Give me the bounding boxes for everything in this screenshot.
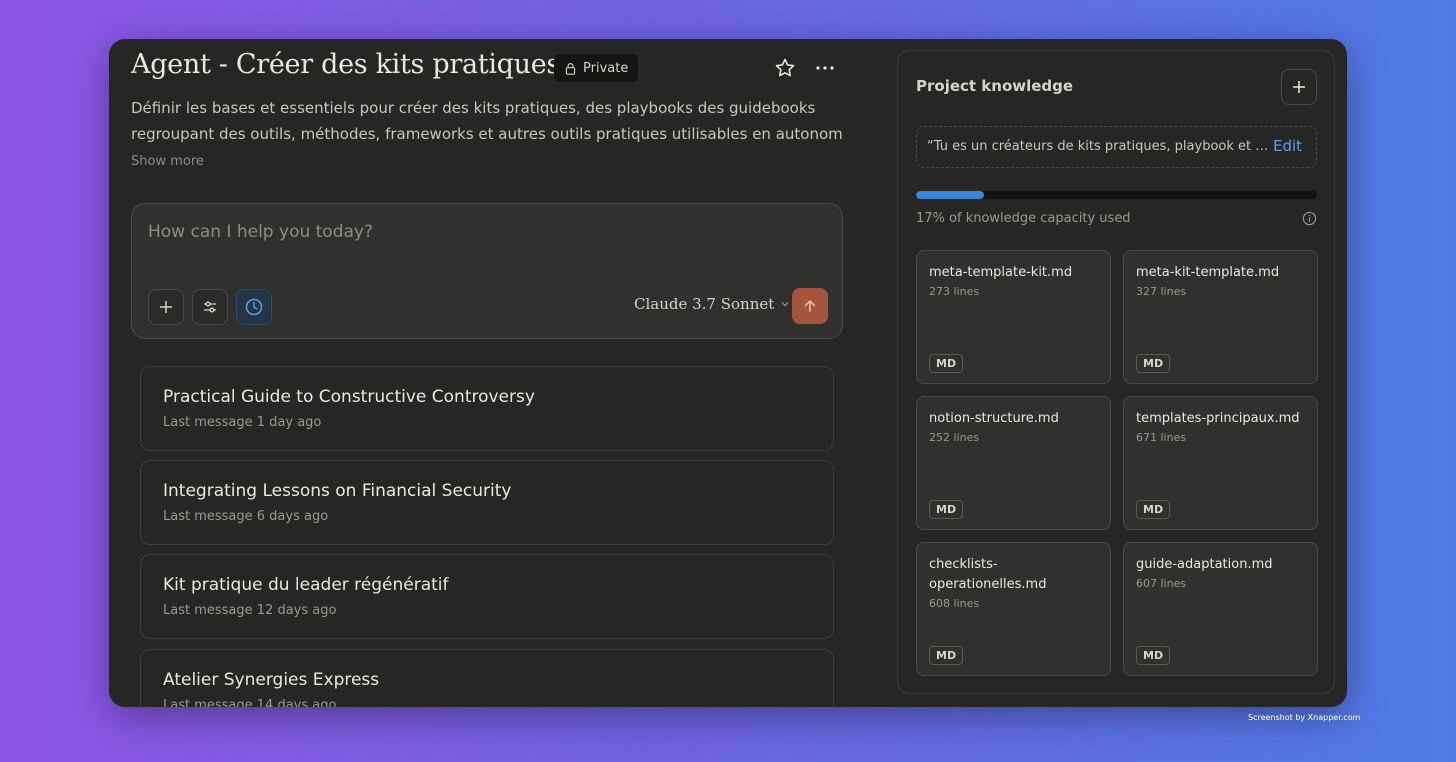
capacity-text: 17% of knowledge capacity used bbox=[916, 211, 1131, 226]
capacity-bar bbox=[916, 191, 1317, 199]
extended-thinking-button[interactable] bbox=[236, 289, 272, 325]
plus-icon bbox=[160, 301, 172, 313]
screenshot-watermark: Screenshot by Xnapper.com bbox=[1248, 713, 1361, 722]
show-more-link[interactable]: Show more bbox=[131, 154, 204, 169]
knowledge-title: Project knowledge bbox=[916, 77, 1074, 95]
knowledge-file[interactable]: meta-kit-template.md 327 lines MD bbox=[1123, 250, 1318, 384]
file-lines: 671 lines bbox=[1136, 431, 1187, 444]
chevron-down-icon bbox=[781, 302, 789, 307]
model-selector[interactable]: Claude 3.7 Sonnet bbox=[634, 295, 790, 313]
conversation-meta: Last message 12 days ago bbox=[163, 603, 337, 618]
project-main: Agent - Créer des kits pratiques Private… bbox=[109, 39, 869, 707]
edit-instructions-button[interactable]: Edit bbox=[1273, 137, 1302, 155]
clock-icon bbox=[245, 298, 263, 316]
conversation-title: Practical Guide to Constructive Controve… bbox=[163, 387, 535, 407]
knowledge-file[interactable]: checklists-operationelles.md 608 lines M… bbox=[916, 542, 1111, 676]
message-input[interactable] bbox=[148, 222, 748, 242]
knowledge-file[interactable]: templates-principaux.md 671 lines MD bbox=[1123, 396, 1318, 530]
file-lines: 252 lines bbox=[929, 431, 980, 444]
file-type-badge: MD bbox=[1136, 500, 1171, 519]
conversation-title: Integrating Lessons on Financial Securit… bbox=[163, 481, 512, 501]
project-instructions[interactable]: “Tu es un créateurs de kits pratiques, p… bbox=[916, 126, 1317, 168]
knowledge-file[interactable]: notion-structure.md 252 lines MD bbox=[916, 396, 1111, 530]
file-type-badge: MD bbox=[1136, 646, 1171, 665]
plus-icon bbox=[1293, 81, 1305, 93]
instructions-text: “Tu es un créateurs de kits pratiques, p… bbox=[927, 139, 1269, 154]
file-lines: 273 lines bbox=[929, 285, 980, 298]
add-knowledge-button[interactable] bbox=[1281, 69, 1317, 105]
project-knowledge-panel: Project knowledge “Tu es un créateurs de… bbox=[897, 50, 1335, 694]
sliders-icon bbox=[204, 301, 216, 313]
tools-button[interactable] bbox=[192, 289, 228, 325]
conversation-meta: Last message 1 day ago bbox=[163, 415, 322, 430]
model-label: Claude 3.7 Sonnet bbox=[634, 295, 775, 313]
description-line: Définir les bases et essentiels pour cré… bbox=[131, 99, 816, 117]
conversation-title: Atelier Synergies Express bbox=[163, 670, 380, 690]
conversation-item[interactable]: Practical Guide to Constructive Controve… bbox=[140, 366, 834, 451]
file-lines: 608 lines bbox=[929, 597, 980, 610]
more-options-button[interactable] bbox=[813, 56, 837, 80]
lock-icon bbox=[565, 62, 576, 75]
conversation-meta: Last message 14 days ago bbox=[163, 698, 337, 707]
file-name: meta-kit-template.md bbox=[1136, 265, 1280, 280]
info-icon[interactable] bbox=[1302, 211, 1317, 226]
app-window: Agent - Créer des kits pratiques Private… bbox=[109, 39, 1347, 707]
file-name: notion-structure.md bbox=[929, 411, 1059, 426]
arrow-up-icon bbox=[804, 299, 816, 312]
ellipsis-icon bbox=[816, 66, 834, 70]
file-type-badge: MD bbox=[929, 354, 964, 373]
conversation-item[interactable]: Integrating Lessons on Financial Securit… bbox=[140, 460, 834, 545]
conversation-title: Kit pratique du leader régénératif bbox=[163, 575, 449, 595]
conversation-meta: Last message 6 days ago bbox=[163, 509, 329, 524]
knowledge-file[interactable]: guide-adaptation.md 607 lines MD bbox=[1123, 542, 1318, 676]
conversation-item[interactable]: Atelier Synergies Express Last message 1… bbox=[140, 649, 834, 707]
star-icon bbox=[775, 58, 795, 77]
project-title: Agent - Créer des kits pratiques bbox=[131, 49, 560, 80]
send-button[interactable] bbox=[792, 288, 828, 324]
file-name: checklists-operationelles.md bbox=[929, 557, 1047, 592]
file-name: templates-principaux.md bbox=[1136, 411, 1300, 426]
file-type-badge: MD bbox=[929, 646, 964, 665]
file-name: guide-adaptation.md bbox=[1136, 557, 1273, 572]
file-type-badge: MD bbox=[929, 500, 964, 519]
file-lines: 607 lines bbox=[1136, 577, 1187, 590]
visibility-badge[interactable]: Private bbox=[554, 54, 639, 82]
knowledge-file[interactable]: meta-template-kit.md 273 lines MD bbox=[916, 250, 1111, 384]
conversation-item[interactable]: Kit pratique du leader régénératif Last … bbox=[140, 554, 834, 639]
message-composer: Claude 3.7 Sonnet bbox=[131, 203, 843, 339]
visibility-label: Private bbox=[583, 60, 629, 76]
favorite-button[interactable] bbox=[773, 56, 797, 80]
capacity-fill bbox=[916, 191, 985, 199]
add-content-button[interactable] bbox=[148, 289, 184, 325]
file-type-badge: MD bbox=[1136, 354, 1171, 373]
file-lines: 327 lines bbox=[1136, 285, 1187, 298]
description-line: regroupant des outils, méthodes, framewo… bbox=[131, 125, 843, 143]
project-description: Définir les bases et essentiels pour cré… bbox=[131, 95, 843, 147]
file-name: meta-template-kit.md bbox=[929, 265, 1073, 280]
